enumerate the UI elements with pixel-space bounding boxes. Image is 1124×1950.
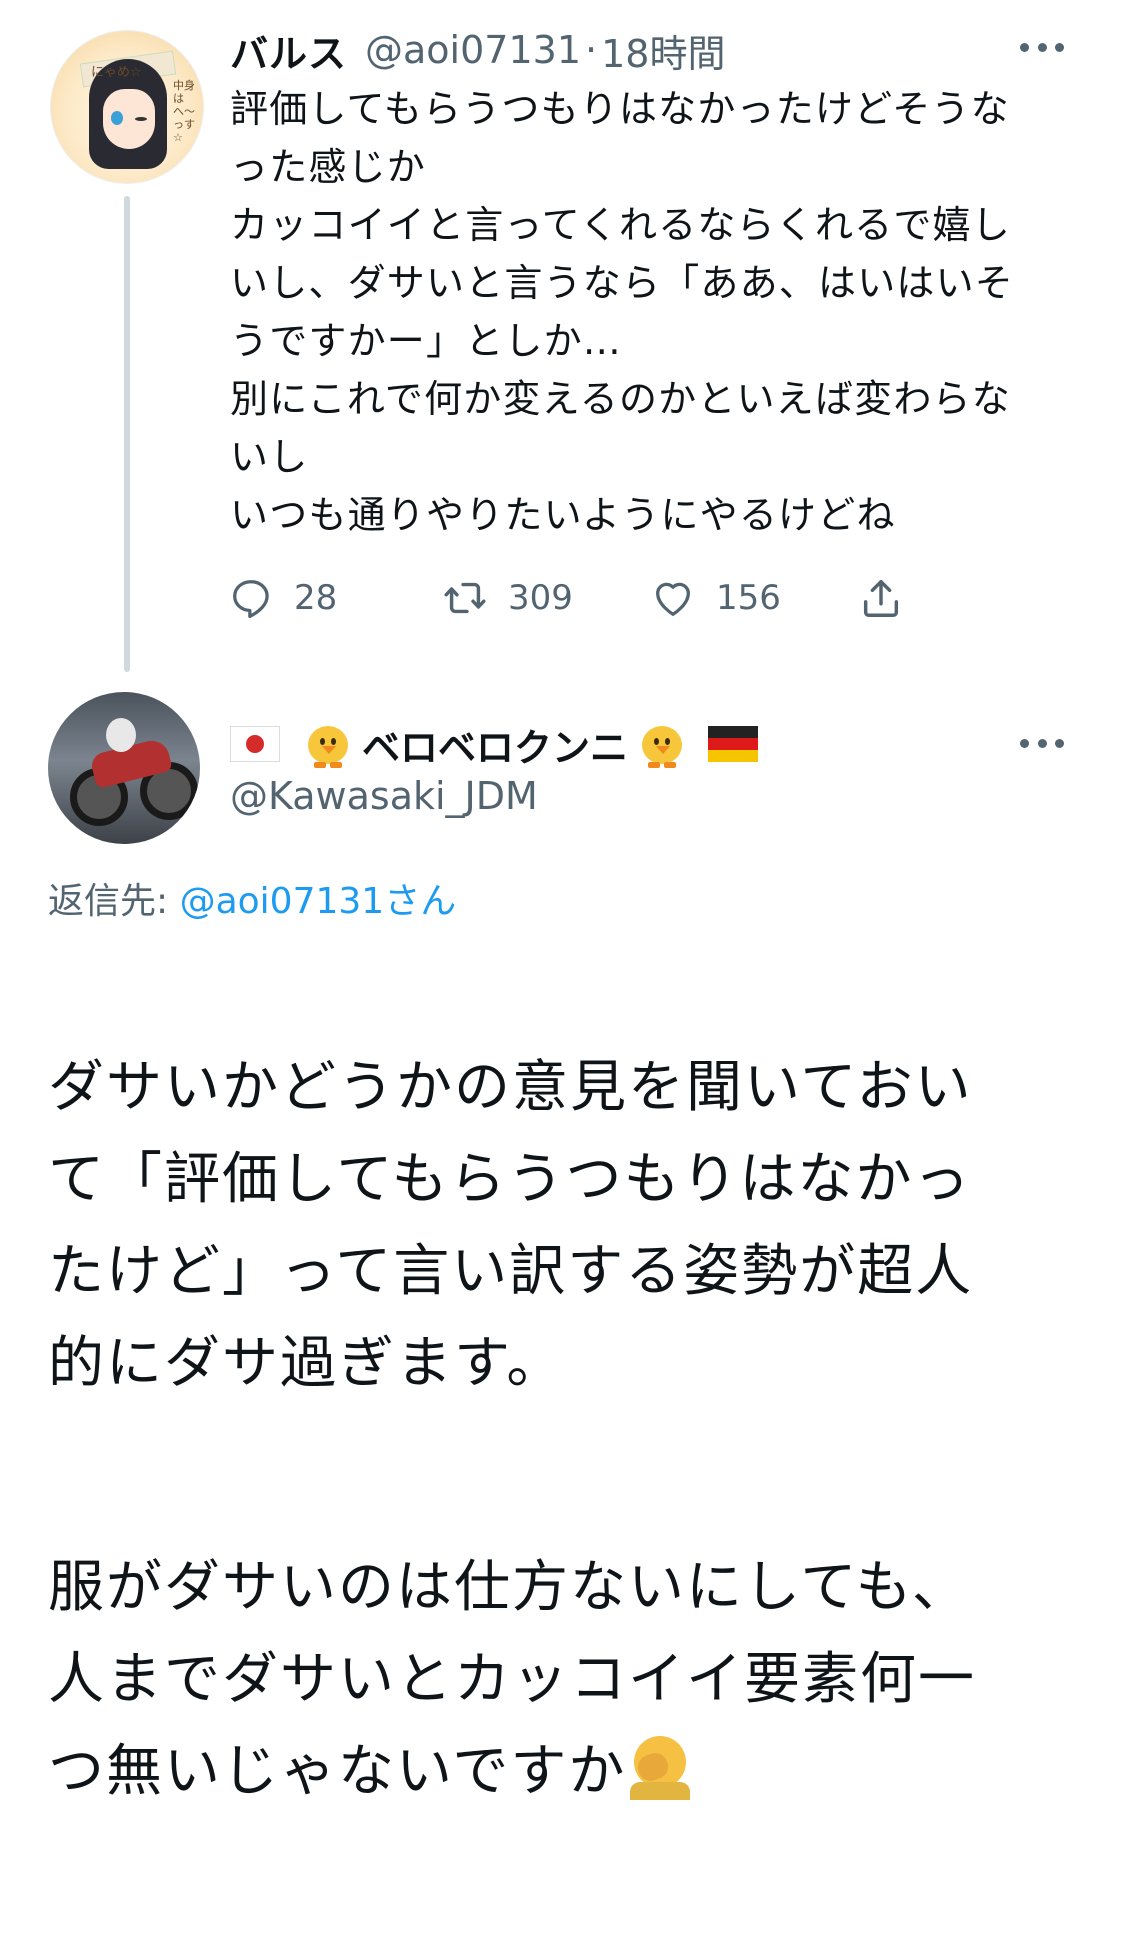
tweet-timestamp[interactable]: 18時間 (601, 23, 725, 78)
tweet1-header: バルス @aoi07131 · 18時間 (230, 22, 725, 78)
replying-to: 返信先: @aoi07131さん (48, 872, 456, 924)
tweet1-actions: 28 309 156 (228, 568, 948, 628)
thread-connector-line (124, 196, 130, 672)
baby-chick-icon (636, 718, 688, 770)
tweet2-paragraph-2-text: 服がダサいのは仕方ないにしても、 人までダサいとカッコイイ要素何一 つ無いじゃな… (48, 1555, 976, 1804)
like-button[interactable]: 156 (650, 568, 781, 628)
reply-count: 28 (294, 578, 338, 618)
avatar-eye-left (111, 111, 123, 125)
separator-dot: · (585, 28, 598, 72)
share-icon (863, 579, 899, 617)
more-icon[interactable] (1020, 736, 1064, 750)
tweet2-paragraph-2: 服がダサいのは仕方ないにしても、 人までダサいとカッコイイ要素何一 つ無いじゃな… (48, 1542, 1098, 1818)
tweet2-text: ダサいかどうかの意見を聞いておい て「評価してもらうつもりはなかっ たけど」って… (48, 950, 1098, 1950)
like-count: 156 (716, 578, 781, 618)
facepalm-emoji-icon (630, 1734, 691, 1800)
avatar-eye-wink (135, 117, 147, 121)
flag-germany-icon (708, 726, 759, 762)
avatar-rider-helmet (106, 718, 136, 752)
user-handle[interactable]: @aoi07131 (365, 28, 581, 72)
retweet-button[interactable]: 309 (442, 568, 573, 628)
flag-japan-icon (230, 726, 280, 762)
avatar-side-text: 中身は へ〜っす☆ (173, 79, 195, 144)
retweet-count: 309 (508, 578, 573, 618)
baby-chick-icon (302, 718, 354, 770)
reply-icon (233, 580, 269, 619)
avatar-badge-text: にゃめ☆ (91, 65, 142, 80)
reply-button[interactable]: 28 (228, 568, 337, 628)
like-icon (656, 582, 690, 616)
user-avatar-barusu[interactable]: にゃめ☆ 中身は へ〜っす☆ (50, 30, 204, 184)
reply-prefix: 返信先: (48, 881, 180, 922)
user-avatar-kawasaki[interactable] (48, 692, 200, 844)
user-handle[interactable]: @Kawasaki_JDM (230, 774, 538, 818)
share-button[interactable] (858, 568, 924, 628)
retweet-icon (444, 582, 486, 614)
tweet1-text: 評価してもらうつもりはなかったけどそうな った感じか カッコイイと言ってくれるな… (230, 87, 1015, 537)
reply-to-link[interactable]: @aoi07131さん (180, 881, 457, 922)
display-name: ベロベロクンニ (362, 725, 629, 770)
tweet2-paragraph-1: ダサいかどうかの意見を聞いておい て「評価してもらうつもりはなかっ たけど」って… (48, 1055, 974, 1396)
more-icon[interactable] (1020, 40, 1064, 54)
tweet2-display-name[interactable]: ベロベロクンニ (230, 714, 772, 774)
display-name[interactable]: バルス (230, 23, 347, 78)
